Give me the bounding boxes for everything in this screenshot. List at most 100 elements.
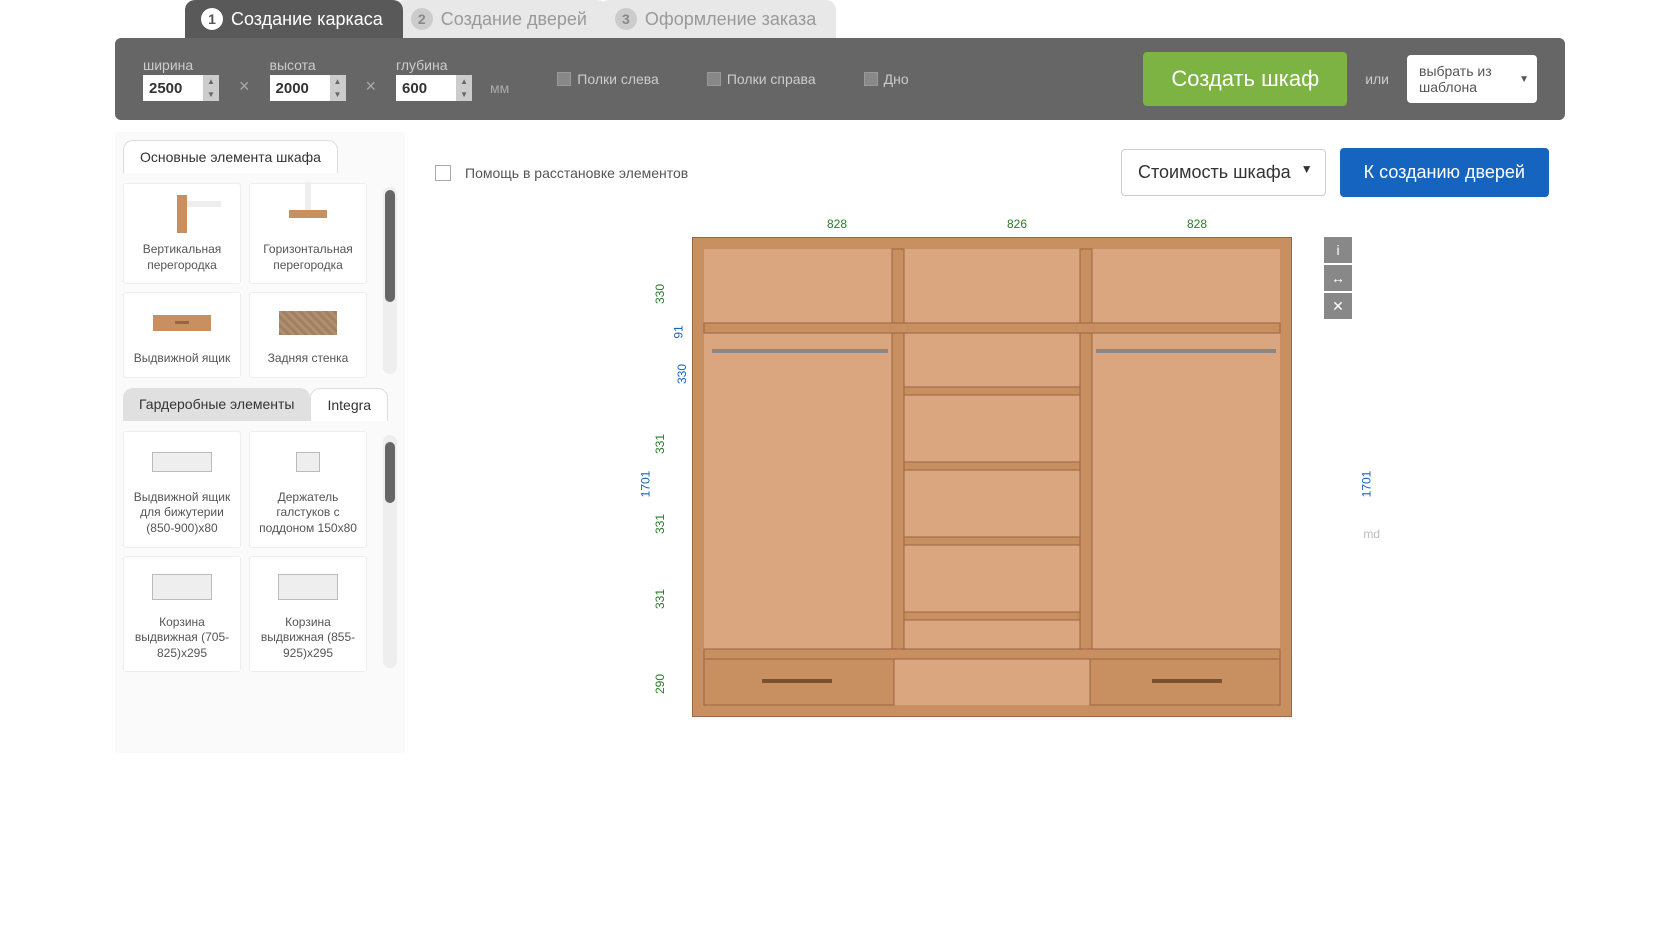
integra-palette: Выдвижной ящик для бижутерии (850-900)x8… <box>123 431 397 673</box>
template-dropdown[interactable]: выбрать из шаблона <box>1407 55 1537 103</box>
h-divider-icon <box>289 210 327 218</box>
dim-right: 1701 <box>1360 471 1374 498</box>
dim-l-g-4: 331 <box>653 589 667 609</box>
height-down[interactable]: ▼ <box>330 88 346 101</box>
to-doors-button[interactable]: К созданию дверей <box>1340 148 1549 197</box>
or-text: или <box>1365 71 1389 87</box>
palette-item-basket-large[interactable]: Корзина выдвижная (855-925)x295 <box>249 556 367 673</box>
drawer-icon <box>153 315 211 331</box>
dim-l-b-3: 1701 <box>638 471 652 498</box>
check-label: Полки справа <box>727 71 816 87</box>
dim-top-1: 828 <box>752 217 922 231</box>
generic-icon <box>152 574 212 600</box>
depth-input[interactable] <box>396 75 456 101</box>
close-tool[interactable]: ✕ <box>1324 293 1352 319</box>
bottom-check[interactable]: Дно <box>864 71 909 87</box>
elements-sidebar: Основные элемента шкафа Вертикальная пер… <box>115 132 405 753</box>
palette-item-drawer[interactable]: Выдвижной ящик <box>123 292 241 378</box>
create-button[interactable]: Создать шкаф <box>1143 52 1347 106</box>
check-label: Дно <box>884 71 909 87</box>
tab-main-elements[interactable]: Основные элемента шкафа <box>123 140 338 173</box>
back-panel-icon <box>279 311 337 335</box>
height-label: высота <box>270 57 346 73</box>
scrollbar-thumb[interactable] <box>385 442 395 503</box>
dim-top-3: 828 <box>1112 217 1282 231</box>
step-1[interactable]: 1 Создание каркаса <box>185 0 403 38</box>
width-label: ширина <box>143 57 219 73</box>
height-group: высота ▲▼ <box>270 57 346 101</box>
step-2[interactable]: 2 Создание дверей <box>395 0 607 38</box>
item-label: Вертикальная перегородка <box>130 242 234 273</box>
step-label: Создание дверей <box>441 9 587 30</box>
item-label: Горизонтальная перегородка <box>256 242 360 273</box>
help-checkbox[interactable] <box>435 165 451 181</box>
dim-l-b-2: 330 <box>675 364 689 384</box>
canvas-toolbar: Помощь в расстановке элементов Стоимость… <box>435 148 1549 197</box>
depth-group: глубина ▲▼ <box>396 57 472 101</box>
step-number: 3 <box>615 8 637 30</box>
scrollbar[interactable] <box>383 435 397 669</box>
info-tool[interactable]: i <box>1324 237 1352 263</box>
shelves-right-check[interactable]: Полки справа <box>707 71 816 87</box>
step-label: Создание каркаса <box>231 9 383 30</box>
scrollbar[interactable] <box>383 187 397 374</box>
times-icon: × <box>364 62 379 97</box>
palette-item-v-divider[interactable]: Вертикальная перегородка <box>123 183 241 284</box>
height-input[interactable] <box>270 75 330 101</box>
palette-item-jewelry-drawer[interactable]: Выдвижной ящик для бижутерии (850-900)x8… <box>123 431 241 548</box>
times-icon: × <box>237 62 252 97</box>
palette-item-back-panel[interactable]: Задняя стенка <box>249 292 367 378</box>
height-up[interactable]: ▲ <box>330 75 346 88</box>
cabinet-svg[interactable] <box>692 237 1292 717</box>
scrollbar-thumb[interactable] <box>385 190 395 302</box>
width-input[interactable] <box>143 75 203 101</box>
checkbox-icon[interactable] <box>864 72 878 86</box>
cabinet-drawing[interactable]: 828 826 828 330 331 331 331 290 91 330 1… <box>632 217 1352 737</box>
help-label: Помощь в расстановке элементов <box>465 165 688 181</box>
md-label: md <box>1363 527 1380 541</box>
generic-icon <box>278 574 338 600</box>
dim-top-2: 826 <box>932 217 1102 231</box>
check-label: Полки слева <box>577 71 659 87</box>
item-label: Задняя стенка <box>268 351 349 367</box>
item-label: Корзина выдвижная (705-825)x295 <box>130 615 234 662</box>
dim-l-b-1: 91 <box>672 325 686 338</box>
dim-l-g-2: 331 <box>653 434 667 454</box>
step-3[interactable]: 3 Оформление заказа <box>599 0 836 38</box>
palette-item-basket-small[interactable]: Корзина выдвижная (705-825)x295 <box>123 556 241 673</box>
generic-icon <box>152 452 212 472</box>
palette-item-tie-holder[interactable]: Держатель галстуков с поддоном 150x80 <box>249 431 367 548</box>
depth-label: глубина <box>396 57 472 73</box>
resize-tool[interactable]: ↔ <box>1324 265 1352 291</box>
generic-icon <box>296 452 320 472</box>
dim-l-g-3: 331 <box>653 514 667 534</box>
step-label: Оформление заказа <box>645 9 816 30</box>
side-tools: i ↔ ✕ <box>1324 237 1352 319</box>
parameter-bar: ширина ▲▼ × высота ▲▼ × глубина ▲▼ мм По… <box>115 38 1565 120</box>
step-number: 2 <box>411 8 433 30</box>
item-label: Выдвижной ящик <box>134 351 230 367</box>
dim-l-g-5: 290 <box>653 674 667 694</box>
item-label: Выдвижной ящик для бижутерии (850-900)x8… <box>130 490 234 537</box>
depth-down[interactable]: ▼ <box>456 88 472 101</box>
wizard-steps: 1 Создание каркаса 2 Создание дверей 3 Офор… <box>185 0 1565 38</box>
v-divider-icon <box>177 195 187 233</box>
depth-up[interactable]: ▲ <box>456 75 472 88</box>
width-up[interactable]: ▲ <box>203 75 219 88</box>
width-down[interactable]: ▼ <box>203 88 219 101</box>
canvas-area: Помощь в расстановке элементов Стоимость… <box>419 132 1565 753</box>
palette-item-h-divider[interactable]: Горизонтальная перегородка <box>249 183 367 284</box>
item-label: Держатель галстуков с поддоном 150x80 <box>256 490 360 537</box>
tab-integra[interactable]: Integra <box>310 388 388 421</box>
checkbox-icon[interactable] <box>557 72 571 86</box>
checkbox-icon[interactable] <box>707 72 721 86</box>
step-number: 1 <box>201 8 223 30</box>
main-elements-palette: Вертикальная перегородка Горизонтальная … <box>123 183 397 378</box>
dim-l-g-1: 330 <box>653 284 667 304</box>
width-group: ширина ▲▼ <box>143 57 219 101</box>
cost-dropdown[interactable]: Стоимость шкафа <box>1121 149 1326 196</box>
shelves-left-check[interactable]: Полки слева <box>557 71 659 87</box>
unit-label: мм <box>490 62 509 96</box>
tab-wardrobe[interactable]: Гардеробные элементы <box>123 388 310 421</box>
item-label: Корзина выдвижная (855-925)x295 <box>256 615 360 662</box>
